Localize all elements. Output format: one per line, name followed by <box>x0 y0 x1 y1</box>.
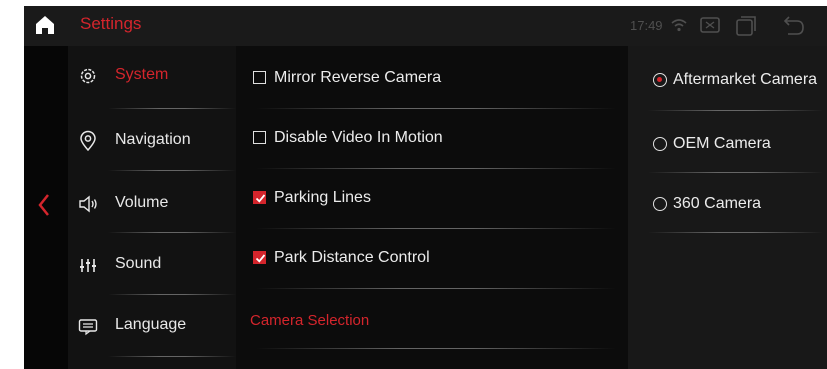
head-unit-screen: Settings 17:49 System Navigation Volume … <box>24 6 827 369</box>
checkmark-icon <box>255 194 266 203</box>
checkmark-icon <box>255 254 266 263</box>
option-disable-video-in-motion[interactable]: Disable Video In Motion <box>236 112 628 173</box>
screen-mirror-icon[interactable] <box>700 16 720 34</box>
checkbox[interactable] <box>253 131 266 144</box>
section-header: Camera Selection <box>250 312 370 329</box>
keyboard-icon <box>78 319 98 336</box>
divider <box>648 232 823 233</box>
divider <box>108 170 236 171</box>
home-icon[interactable] <box>34 14 56 36</box>
gear-icon <box>80 68 96 84</box>
option-label: Park Distance Control <box>274 249 430 266</box>
back-strip[interactable] <box>24 46 68 369</box>
sidebar-item-label: System <box>115 66 169 83</box>
divider <box>256 108 616 109</box>
radio-label: 360 Camera <box>673 195 762 212</box>
divider <box>108 108 236 109</box>
sidebar-item-label: Language <box>115 316 187 333</box>
divider <box>108 232 236 233</box>
sidebar-item-sound[interactable]: Sound <box>68 235 236 296</box>
option-parking-lines[interactable]: Parking Lines <box>236 172 628 233</box>
sidebar-item-label: Sound <box>115 255 162 272</box>
divider <box>108 294 236 295</box>
checkbox-checked[interactable] <box>253 251 266 264</box>
divider <box>648 172 823 173</box>
option-label: Parking Lines <box>274 189 371 206</box>
speaker-icon <box>79 195 97 213</box>
radio-button[interactable] <box>653 137 667 151</box>
radio-aftermarket-camera[interactable]: Aftermarket Camera <box>628 52 827 110</box>
radio-button-selected[interactable] <box>653 73 667 87</box>
radio-label: Aftermarket Camera <box>673 71 818 88</box>
radio-oem-camera[interactable]: OEM Camera <box>628 116 827 174</box>
option-mirror-reverse-camera[interactable]: Mirror Reverse Camera <box>236 52 628 113</box>
divider <box>256 168 616 169</box>
equalizer-icon <box>80 259 96 272</box>
divider <box>256 288 616 289</box>
divider <box>256 348 616 349</box>
sidebar-item-system[interactable]: System <box>68 46 236 107</box>
divider <box>108 356 236 357</box>
option-label: Disable Video In Motion <box>274 129 443 146</box>
clock: 17:49 <box>630 18 663 33</box>
wifi-icon <box>671 19 687 32</box>
top-bar: Settings 17:49 <box>24 6 827 46</box>
divider <box>648 110 823 111</box>
chevron-left-icon[interactable] <box>36 192 52 218</box>
sidebar: System Navigation Volume Sound Language <box>68 46 236 369</box>
option-park-distance-control[interactable]: Park Distance Control <box>236 232 628 293</box>
sidebar-item-language[interactable]: Language <box>68 296 236 357</box>
sidebar-item-label: Navigation <box>115 131 191 148</box>
back-arrow-icon[interactable] <box>780 16 806 36</box>
sidebar-item-label: Volume <box>115 194 169 211</box>
window-icon[interactable] <box>736 16 756 36</box>
sidebar-item-navigation[interactable]: Navigation <box>68 111 236 172</box>
option-label: Mirror Reverse Camera <box>274 69 442 86</box>
camera-selection-panel: Aftermarket Camera OEM Camera 360 Camera <box>628 46 827 369</box>
page-title: Settings <box>80 14 142 33</box>
divider <box>256 228 616 229</box>
options-panel: Mirror Reverse Camera Disable Video In M… <box>236 46 628 369</box>
radio-label: OEM Camera <box>673 135 771 152</box>
location-pin-icon <box>80 130 96 152</box>
checkbox-checked[interactable] <box>253 191 266 204</box>
radio-360-camera[interactable]: 360 Camera <box>628 176 827 234</box>
checkbox[interactable] <box>253 71 266 84</box>
radio-button[interactable] <box>653 197 667 211</box>
sidebar-item-volume[interactable]: Volume <box>68 174 236 235</box>
